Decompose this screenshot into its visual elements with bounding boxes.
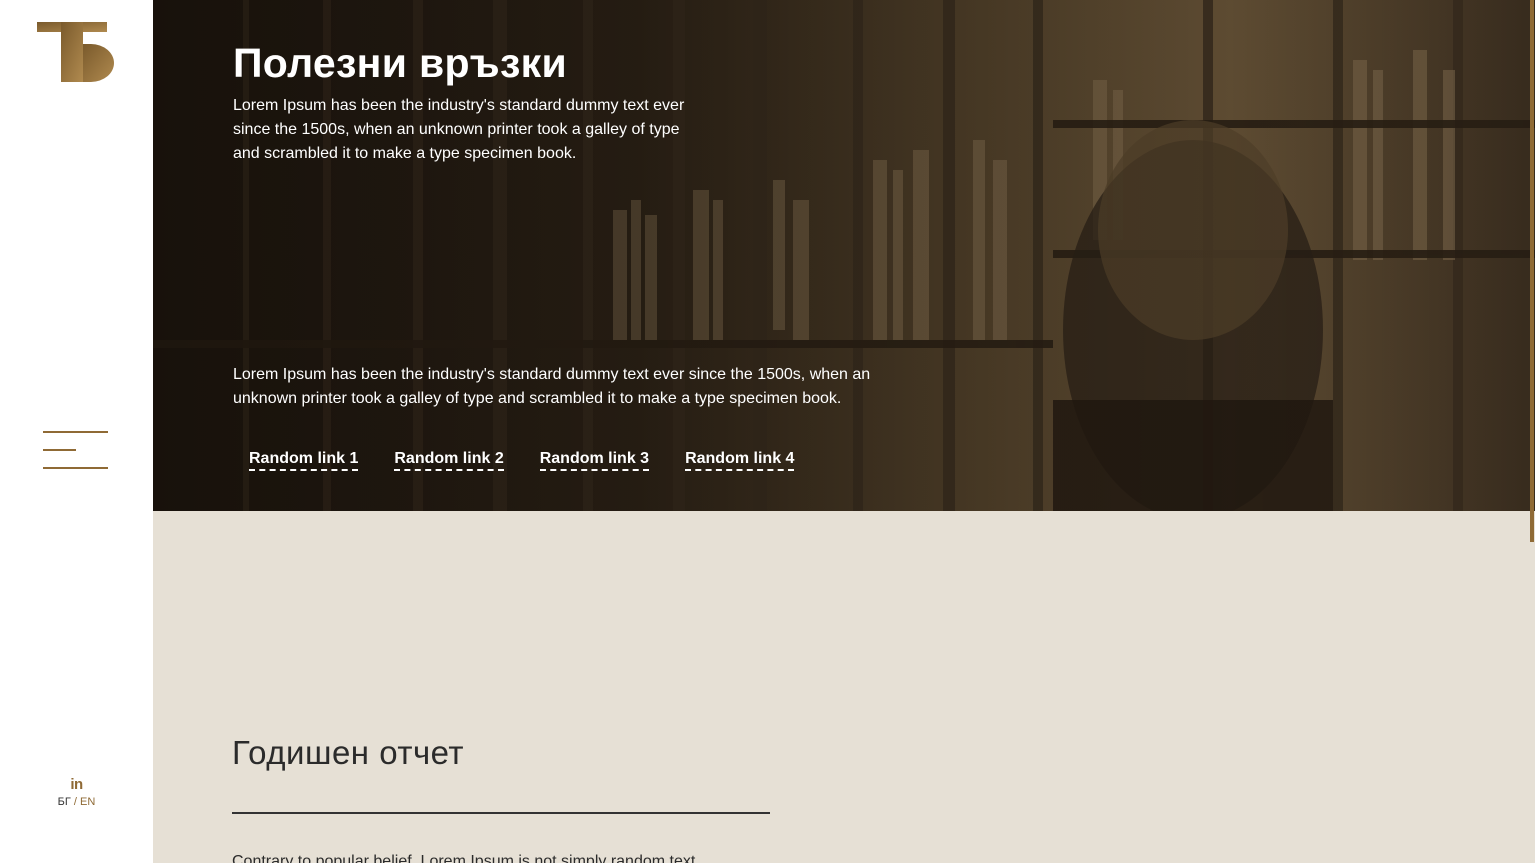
language-bg[interactable]: БГ xyxy=(58,796,71,808)
report-divider xyxy=(232,812,770,814)
menu-button[interactable] xyxy=(43,429,109,471)
linkedin-icon[interactable]: in xyxy=(70,776,83,793)
language-en[interactable]: EN xyxy=(80,796,95,808)
random-link-2[interactable]: Random link 2 xyxy=(394,450,504,471)
report-title: Годишен отчет xyxy=(232,734,465,771)
sidebar: in БГ / EN xyxy=(0,0,153,863)
random-link-3[interactable]: Random link 3 xyxy=(539,450,650,471)
language-switcher: БГ / EN xyxy=(0,796,153,808)
language-separator: / xyxy=(73,796,77,808)
social-and-language: in БГ / EN xyxy=(0,776,153,808)
menu-line-bottom xyxy=(43,467,108,469)
menu-line-top xyxy=(43,431,108,433)
random-link-4[interactable]: Random link 4 xyxy=(685,450,795,471)
menu-line-middle xyxy=(43,449,76,451)
scroll-indicator[interactable] xyxy=(1530,0,1534,542)
hero-title: Полезни връзки xyxy=(233,40,567,86)
report-text: Contrary to popular belief, Lorem Ipsum … xyxy=(232,853,700,863)
hero-intro-text: Lorem Ipsum has been the industry's stan… xyxy=(233,97,685,162)
hero-section: Полезни връзки Lorem Ipsum has been the … xyxy=(153,0,1535,511)
hero-description-text: Lorem Ipsum has been the industry's stan… xyxy=(233,366,871,407)
random-link-1[interactable]: Random link 1 xyxy=(249,450,359,471)
useful-links: Random link 1 Random link 2 Random link … xyxy=(249,450,795,471)
logo[interactable] xyxy=(37,22,115,82)
